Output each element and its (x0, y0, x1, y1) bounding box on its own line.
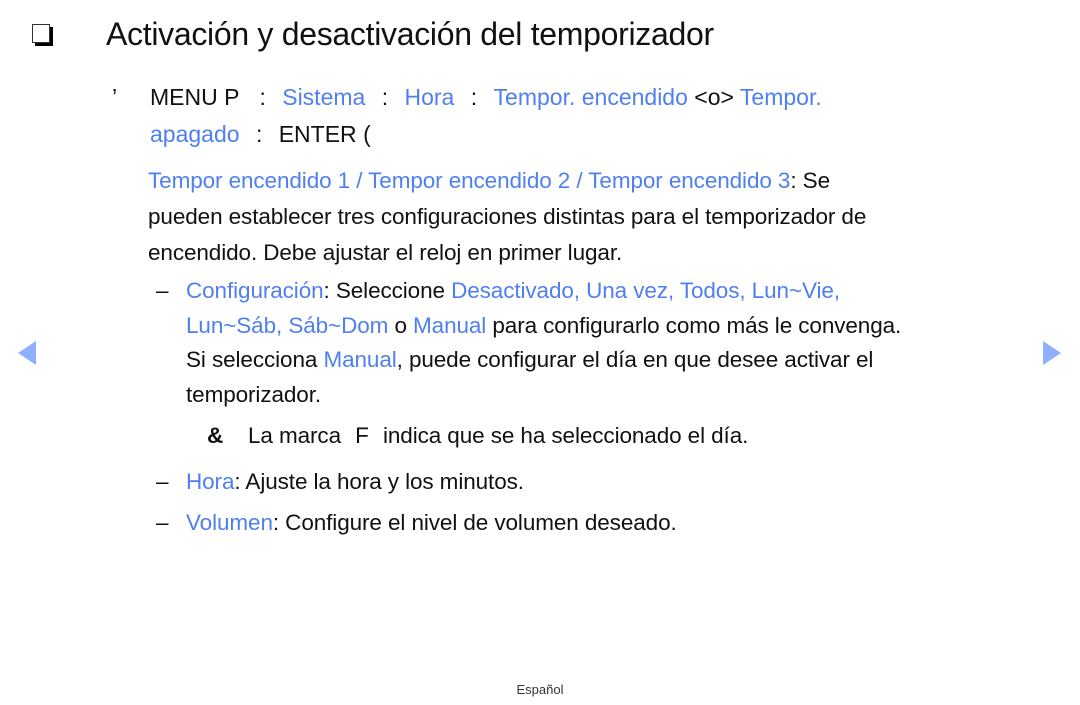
config-text: Si selecciona (186, 347, 324, 372)
intro-line-1: Tempor encendido 1 / Tempor encendido 2 … (148, 168, 830, 194)
intro-line-3: encendido. Debe ajustar el reloj en prim… (148, 240, 623, 265)
separator: : (255, 121, 263, 147)
separator: : (381, 84, 389, 110)
footer-language: Español (516, 682, 564, 697)
config-line-3: Si selecciona Manual, puede configurar e… (186, 347, 873, 373)
intro-line-2: pueden establecer tres configuraciones d… (148, 204, 867, 229)
page-title: Activación y desactivación del temporiza… (106, 16, 714, 52)
dash-icon: – (156, 469, 169, 494)
config-options: Desactivado, Una vez, Todos, Lun~Vie, (451, 278, 840, 303)
volumen-label: Volumen (186, 510, 273, 535)
menu-path-line-2: apagado : ENTER ( (150, 121, 371, 148)
enter-key: ENTER (278, 121, 357, 147)
menu-path-line-1: MENU P : Sistema : Hora : Tempor. encend… (150, 84, 822, 111)
menu-path-bullet: ’ (112, 84, 118, 110)
next-page-arrow-icon[interactable] (1043, 341, 1061, 365)
config-text: : Seleccione (323, 278, 452, 303)
menu-apagado: apagado (150, 121, 240, 147)
note-text: indica que se ha seleccionado el día. (382, 423, 749, 448)
previous-page-arrow-icon[interactable] (18, 341, 36, 365)
separator: : (259, 84, 266, 110)
config-text: , puede configurar el día en que desee a… (396, 347, 874, 372)
config-line-4: temporizador. (186, 382, 322, 407)
menu-key: MENU (150, 84, 218, 110)
volumen-text: : Configure el nivel de volumen deseado. (272, 510, 677, 535)
note-text: La marca (248, 423, 341, 448)
menu-key-symbol: P (224, 84, 240, 110)
checkbox-icon (32, 24, 50, 43)
enter-key-symbol: ( (363, 121, 371, 147)
or-text: <o> (694, 84, 734, 110)
check-mark-icon: F (355, 423, 369, 448)
menu-tempor-encendido: Tempor. encendido (493, 84, 688, 110)
separator: : (470, 84, 478, 110)
hora-label: Hora (186, 469, 235, 494)
config-options: Lun~Sáb, Sáb~Dom (186, 313, 389, 338)
dash-icon: – (156, 278, 169, 303)
config-label: Configuración (186, 278, 324, 303)
menu-tempor: Tempor. (739, 84, 822, 110)
hora-line: Hora: Ajuste la hora y los minutos. (186, 469, 524, 495)
config-line-1: Configuración: Seleccione Desactivado, U… (186, 278, 840, 304)
config-text: o (388, 313, 414, 338)
intro-text: : Se (790, 168, 830, 193)
menu-sistema: Sistema (282, 84, 366, 110)
note-line: La marca F indica que se ha seleccionado… (248, 423, 748, 449)
config-line-2: Lun~Sáb, Sáb~Dom o Manual para configura… (186, 313, 901, 339)
config-manual: Manual (323, 347, 397, 372)
note-icon: & (207, 423, 224, 448)
dash-icon: – (156, 510, 169, 535)
volumen-line: Volumen: Configure el nivel de volumen d… (186, 510, 677, 536)
hora-text: : Ajuste la hora y los minutos. (234, 469, 524, 494)
config-manual: Manual (413, 313, 487, 338)
config-text: para configurarlo como más le convenga. (486, 313, 902, 338)
menu-hora: Hora (404, 84, 455, 110)
intro-highlight: Tempor encendido 1 / Tempor encendido 2 … (148, 168, 791, 193)
